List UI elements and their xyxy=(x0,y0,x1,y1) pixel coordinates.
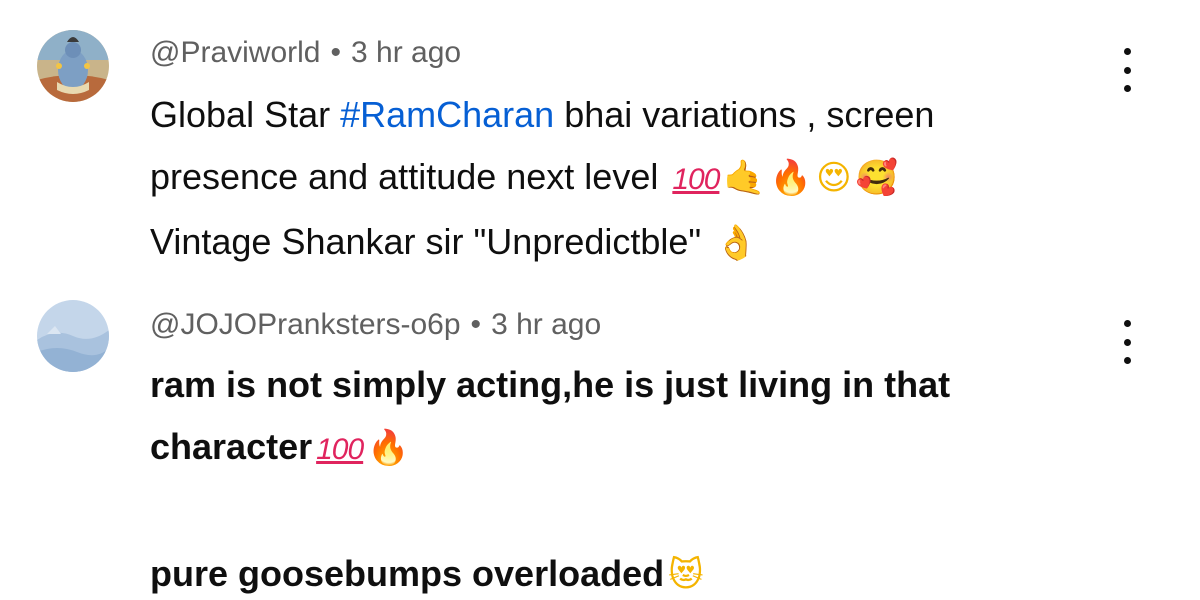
comment-text: ram is not simply acting,he is just livi… xyxy=(150,354,1120,600)
comment-line: pure goosebumps overloaded 😻 xyxy=(150,543,1120,600)
hashtag-link[interactable]: #RamCharan xyxy=(340,94,554,135)
heart-eyes-emoji: 😍 xyxy=(816,158,852,198)
meta-separator: • xyxy=(470,308,482,341)
comment-text: Global Star #RamCharan bhai variations ,… xyxy=(150,84,1120,274)
text-segment: bhai variations , screen xyxy=(554,94,935,135)
comment-line: Vintage Shankar sir "Unpredictble" 👌 xyxy=(150,211,1120,274)
text-segment: Global Star xyxy=(150,94,341,135)
fire-emoji: 🔥 xyxy=(367,428,410,468)
comment-meta: @JOJOPranksters-o6p • 3 hr ago xyxy=(150,304,1120,346)
comment-body: @JOJOPranksters-o6p • 3 hr ago ram is not … xyxy=(150,304,1120,600)
comment-author[interactable]: @Praviworld xyxy=(150,36,321,69)
text-segment: character xyxy=(150,426,313,467)
avatar[interactable] xyxy=(37,300,109,372)
menu-dot xyxy=(1123,338,1131,346)
more-vertical-icon[interactable] xyxy=(1112,48,1142,92)
blue-landscape-avatar-icon xyxy=(37,300,109,372)
hundred-points-emoji: 100 xyxy=(316,433,364,466)
comment-line: presence and attitude next level 100 🤙 🔥 😍 🥰 xyxy=(150,146,1120,211)
heart-eyes-cat-emoji: 😻 xyxy=(668,555,704,595)
meta-separator: • xyxy=(330,36,342,69)
comment-line: character 100 🔥 xyxy=(150,416,1120,481)
comment-line: ram is not simply acting,he is just livi… xyxy=(150,364,951,405)
fire-emoji: 🔥 xyxy=(769,158,813,198)
text-segment: presence and attitude next level xyxy=(150,156,669,197)
ok-hand-emoji: 👌 xyxy=(715,223,758,263)
comment-time[interactable]: 3 hr ago xyxy=(351,36,461,69)
hundred-points-emoji: 100 xyxy=(672,163,720,196)
more-vertical-icon[interactable] xyxy=(1112,320,1142,364)
menu-dot xyxy=(1123,320,1131,327)
comment-line: Global Star #RamCharan bhai variations ,… xyxy=(150,84,1120,146)
comment-meta: @Praviworld • 3 hr ago xyxy=(150,32,1120,74)
comments-list: @Praviworld • 3 hr ago Global Star #RamCha… xyxy=(0,0,1200,600)
deity-avatar-icon xyxy=(37,30,109,102)
menu-dot xyxy=(1123,85,1131,92)
comment-author[interactable]: @JOJOPranksters-o6p xyxy=(150,308,461,341)
menu-dot xyxy=(1123,357,1131,364)
text-segment: pure goosebumps overloaded xyxy=(150,553,665,594)
comment-body: @Praviworld • 3 hr ago Global Star #RamCha… xyxy=(150,32,1120,274)
comment-item: @Praviworld • 3 hr ago Global Star #RamCha… xyxy=(0,0,1200,290)
text-segment: Vintage Shankar sir "Unpredictble" xyxy=(150,221,712,262)
menu-dot xyxy=(1123,48,1131,55)
call-me-hand-emoji: 🤙 xyxy=(723,158,766,198)
comment-time[interactable]: 3 hr ago xyxy=(491,308,601,341)
avatar[interactable] xyxy=(37,30,109,102)
menu-dot xyxy=(1123,66,1131,74)
comment-item: @JOJOPranksters-o6p • 3 hr ago ram is not … xyxy=(0,290,1200,600)
smiling-hearts-emoji: 🥰 xyxy=(855,158,898,198)
